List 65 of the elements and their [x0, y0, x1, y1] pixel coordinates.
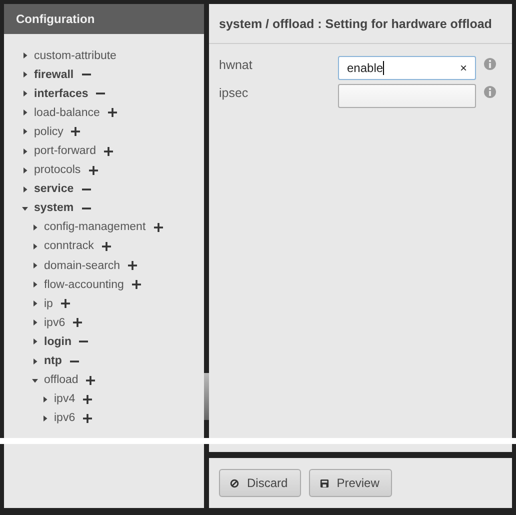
input-field[interactable] [338, 84, 476, 108]
tree-item[interactable]: conntrack [44, 240, 94, 252]
tree-item[interactable]: ipv6 [44, 316, 66, 329]
plus-icon[interactable] [60, 299, 70, 308]
tree-item[interactable]: login [44, 336, 72, 348]
input-field[interactable]: enable × [338, 56, 476, 80]
plus-icon[interactable] [71, 127, 80, 136]
plus-icon[interactable] [86, 376, 96, 385]
field-label: hwnat [219, 57, 254, 72]
plus-icon[interactable] [154, 222, 163, 232]
plus-icon[interactable] [128, 261, 138, 270]
caret-icon[interactable] [22, 109, 28, 116]
caret-icon[interactable] [22, 148, 28, 155]
tree-item[interactable]: flow-accounting [44, 278, 124, 291]
plus-icon[interactable] [83, 394, 92, 404]
ban-icon [230, 478, 239, 488]
tree-item[interactable]: protocols [34, 164, 81, 176]
tree-item[interactable]: system [34, 202, 74, 214]
caret-icon[interactable] [32, 319, 38, 326]
tree-item[interactable]: ntp [44, 355, 62, 368]
tree-item[interactable]: ip [44, 298, 53, 310]
plus-icon[interactable] [73, 318, 82, 328]
caret-icon[interactable] [32, 338, 38, 346]
caret-icon[interactable] [22, 90, 28, 98]
caret-icon[interactable] [32, 376, 38, 384]
caret-icon[interactable] [42, 396, 48, 403]
tree-item[interactable]: firewall [34, 68, 74, 81]
plus-icon[interactable] [102, 242, 111, 251]
sidebar-title: Configuration [16, 12, 95, 26]
caret-icon[interactable] [22, 204, 28, 212]
action-button[interactable]: Discard [219, 469, 301, 497]
tree-item[interactable]: ipv6 [54, 412, 76, 424]
tree-item[interactable]: port-forward [34, 145, 96, 158]
action-button[interactable]: Preview [308, 469, 392, 497]
tree-item[interactable]: policy [34, 126, 64, 138]
tree-item[interactable]: service [34, 183, 74, 196]
tree-item[interactable]: custom-attribute [34, 50, 116, 62]
caret-icon[interactable] [22, 186, 28, 193]
save-icon [320, 478, 329, 488]
plus-icon[interactable] [108, 108, 117, 118]
scrollbar-thumb[interactable] [204, 373, 209, 420]
tree-item[interactable]: ipv4 [54, 393, 76, 406]
tree-item[interactable]: load-balance [34, 106, 100, 119]
caret-icon[interactable] [22, 128, 28, 136]
plus-icon[interactable] [88, 166, 98, 175]
caret-icon[interactable] [42, 414, 48, 422]
clear-button[interactable]: × [460, 61, 467, 75]
caret-icon[interactable] [32, 262, 38, 270]
tree-item[interactable]: interfaces [34, 88, 88, 100]
plus-icon[interactable] [132, 280, 141, 290]
caret-icon[interactable] [32, 224, 38, 231]
caret-icon[interactable] [32, 300, 38, 308]
field-label: ipsec [219, 85, 250, 100]
tree-item[interactable]: offload [44, 374, 78, 386]
caret-icon[interactable] [32, 281, 38, 288]
caret-icon[interactable] [32, 358, 38, 365]
plus-icon[interactable] [104, 146, 113, 156]
plus-icon[interactable] [83, 414, 92, 423]
tree-item[interactable]: config-management [44, 221, 146, 234]
tree-item[interactable]: domain-search [44, 260, 120, 272]
panel-title: system / offload : Setting for hardware offload [219, 16, 492, 30]
caret-icon[interactable] [22, 166, 28, 174]
caret-icon[interactable] [32, 242, 38, 250]
caret-icon[interactable] [22, 52, 28, 60]
caret-icon[interactable] [22, 71, 28, 78]
